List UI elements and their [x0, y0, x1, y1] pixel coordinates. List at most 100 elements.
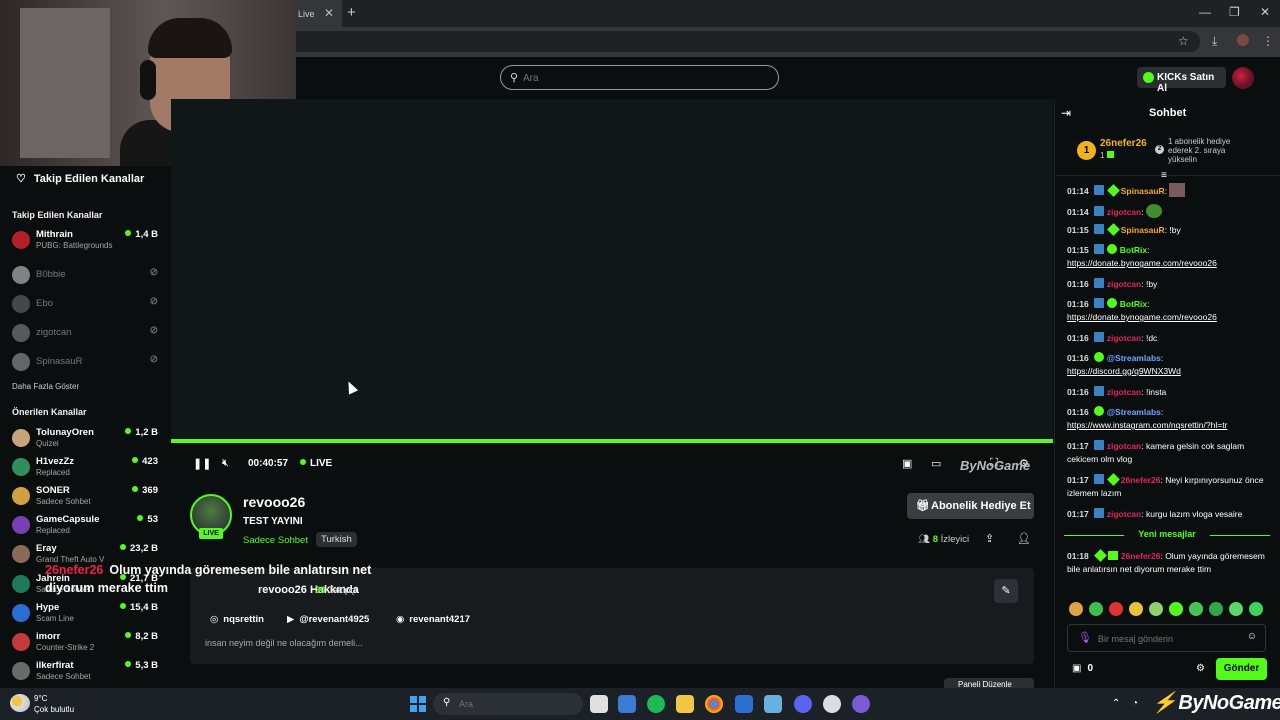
emote-icon[interactable]: [1069, 602, 1083, 616]
sidebar-channel-hype[interactable]: Hype Scam Line 15,4 B: [0, 601, 170, 627]
emote-icon[interactable]: [1189, 602, 1203, 616]
chat-settings-icon[interactable]: ⚙: [1196, 663, 1205, 674]
sidebar-channel-spinasaur[interactable]: SpinasauR ⊘: [0, 350, 170, 376]
emote-icon[interactable]: [1089, 602, 1103, 616]
emote-icon[interactable]: [1249, 602, 1263, 616]
profile-card-icon[interactable]: 👤︎: [1017, 532, 1031, 545]
chat-username[interactable]: @Streamlabs: [1107, 407, 1161, 417]
emote-icon[interactable]: [1109, 602, 1123, 616]
browser-menu-icon[interactable]: ⋮: [1262, 34, 1274, 48]
sidebar-channel-gamecapsule[interactable]: GameCapsule Replaced 53: [0, 513, 170, 539]
microphone-icon[interactable]: 🎙︎: [1078, 631, 1092, 644]
chat-username[interactable]: zigotcan: [1107, 207, 1141, 217]
social-discord-link[interactable]: ◉ revenant4217: [396, 614, 470, 625]
discord-icon[interactable]: [794, 695, 812, 713]
channel-points[interactable]: ▣ 0: [1072, 663, 1093, 674]
tray-overflow-icon[interactable]: ⌃: [1112, 698, 1120, 709]
sidebar-channel-h1vezzz[interactable]: H1vezZz Replaced 423: [0, 455, 170, 481]
chat-link[interactable]: https://donate.bynogame.com/revooo26: [1067, 312, 1217, 322]
language-tag[interactable]: Turkish: [316, 532, 357, 547]
chat-username[interactable]: zigotcan: [1107, 279, 1141, 289]
social-instagram-link[interactable]: ◎ nqsrettin: [210, 614, 264, 625]
buy-kicks-button[interactable]: KICKs Satın Al: [1137, 67, 1226, 94]
emote-icon[interactable]: [1149, 602, 1163, 616]
bookmark-star-icon[interactable]: ☆: [1178, 34, 1189, 48]
sidebar-channel-zigotcan[interactable]: zigotcan ⊘: [0, 321, 170, 347]
send-button[interactable]: Gönder: [1216, 658, 1267, 680]
maximize-icon[interactable]: ❐: [1229, 5, 1240, 19]
new-tab-icon[interactable]: +: [347, 4, 356, 21]
emote-icon[interactable]: [1229, 602, 1243, 616]
close-window-icon[interactable]: ✕: [1260, 5, 1270, 19]
network-icon[interactable]: ◔: [1132, 698, 1138, 709]
mail-icon[interactable]: [735, 695, 753, 713]
sidebar-channel-imorr[interactable]: imorr Counter-Strike 2 8,2 B: [0, 630, 170, 656]
sidebar-channel-mithrain[interactable]: Mithrain PUBG: Battlegrounds 1,4 B: [0, 228, 170, 254]
sidebar-channel-tolunayoren[interactable]: TolunayOren Quizei 1,2 B: [0, 426, 170, 452]
sidebar-channel-ilkerfirat[interactable]: ilkerfirat Sadece Sohbet 5,3 B: [0, 659, 170, 685]
pause-icon[interactable]: ❚❚: [193, 457, 211, 470]
chat-username[interactable]: BotRix: [1120, 245, 1147, 255]
chat-username[interactable]: 26nefer26: [1121, 475, 1161, 485]
chat-link[interactable]: https://www.instagram.com/nqsrettin/?hl=…: [1067, 420, 1227, 430]
sidebar-channel-ebo[interactable]: Ebo ⊘: [0, 292, 170, 318]
download-icon[interactable]: ⤓: [1212, 34, 1217, 49]
sidebar-channel-b0bbie[interactable]: B0bbie ⊘: [0, 263, 170, 289]
social-youtube-link[interactable]: ▶ @revenant4925: [287, 614, 369, 625]
chat-username[interactable]: @Streamlabs: [1107, 353, 1161, 363]
picture-in-picture-icon[interactable]: ▣: [902, 457, 912, 470]
video-player[interactable]: [171, 99, 1053, 442]
user-avatar[interactable]: [1232, 67, 1254, 89]
sidebar-channel-soner[interactable]: SONER Sadece Sohbet 369: [0, 484, 170, 510]
app-icon[interactable]: [852, 695, 870, 713]
task-view-icon[interactable]: [590, 695, 608, 713]
tab-close-icon[interactable]: ✕: [324, 6, 334, 20]
mute-icon[interactable]: 🔇︎: [222, 457, 229, 470]
filter-icon[interactable]: ≡: [1161, 170, 1167, 181]
store-icon[interactable]: [618, 695, 636, 713]
emote-icon[interactable]: [1169, 602, 1183, 616]
chat-username[interactable]: zigotcan: [1107, 333, 1141, 343]
obs-icon[interactable]: [823, 695, 841, 713]
chat-username[interactable]: SpinasauR: [1121, 186, 1165, 196]
taskbar-search[interactable]: ⚲: [433, 693, 583, 715]
taskbar-search-input[interactable]: [459, 697, 539, 711]
collapse-chat-icon[interactable]: ⇥: [1061, 106, 1071, 120]
edit-panels-button[interactable]: Paneli Düzenle: [944, 678, 1034, 688]
chat-username[interactable]: BotRix: [1120, 299, 1147, 309]
weather-icon[interactable]: [10, 694, 30, 712]
chrome-icon[interactable]: [705, 695, 723, 713]
steam-icon[interactable]: [764, 695, 782, 713]
chat-username[interactable]: zigotcan: [1107, 387, 1141, 397]
followed-channels-header[interactable]: ♡ Takip Edilen Kanallar: [16, 172, 144, 185]
chat-link[interactable]: https://discord.gg/q9WNX3Wd: [1067, 366, 1181, 376]
emote-icon[interactable]: [1209, 602, 1223, 616]
start-button[interactable]: [410, 696, 426, 712]
chat-link[interactable]: https://donate.bynogame.com/revooo26: [1067, 258, 1217, 268]
emoji-picker-icon[interactable]: ☺: [1247, 631, 1257, 642]
chat-username[interactable]: 26nefer26: [1121, 551, 1161, 561]
search-input[interactable]: [523, 69, 763, 87]
chat-input-box[interactable]: 🎙︎ ☺: [1067, 624, 1266, 652]
theatre-mode-icon[interactable]: ▭: [931, 457, 941, 470]
browser-tab[interactable]: Live: [296, 0, 342, 27]
chat-username[interactable]: zigotcan: [1107, 509, 1141, 519]
profile-avatar[interactable]: [1237, 34, 1249, 46]
chat-message-input[interactable]: [1098, 631, 1238, 646]
top-gifter-name[interactable]: 26nefer26: [1100, 138, 1147, 149]
emote-icon[interactable]: [1129, 602, 1143, 616]
show-more-link[interactable]: Daha Fazla Göster: [12, 382, 79, 391]
file-explorer-icon[interactable]: [676, 695, 694, 713]
edit-about-button[interactable]: ✎: [994, 579, 1018, 603]
minimize-icon[interactable]: —: [1199, 5, 1211, 19]
chat-username[interactable]: SpinasauR: [1121, 225, 1165, 235]
weather-widget[interactable]: 9°C Çok bulutlu: [34, 693, 74, 715]
stream-category[interactable]: Sadece Sohbet: [243, 535, 308, 546]
search-box[interactable]: ⚲: [500, 65, 779, 90]
spotify-icon[interactable]: [647, 695, 665, 713]
address-bar[interactable]: [296, 31, 1200, 52]
gift-subscription-button[interactable]: 🎁︎ Abonelik Hediye Et: [907, 493, 1034, 519]
share-icon[interactable]: ⇪: [985, 532, 994, 545]
chat-username[interactable]: zigotcan: [1107, 441, 1141, 451]
channel-name[interactable]: revooo26: [243, 494, 305, 510]
